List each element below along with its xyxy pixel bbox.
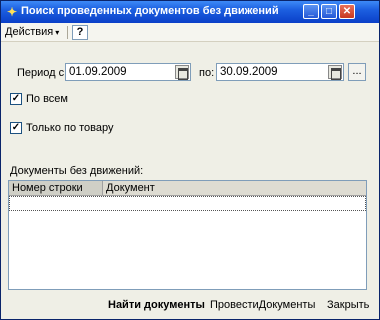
documents-table[interactable]: Номер строки Документ [8, 180, 367, 290]
minimize-button[interactable]: _ [303, 4, 319, 19]
close-button[interactable]: Закрыть [327, 299, 369, 311]
actions-menu-button[interactable]: Действия ▾ [5, 26, 59, 38]
calendar-icon[interactable] [175, 65, 189, 80]
goods-only-checkbox-label[interactable]: Только по товару [26, 122, 114, 134]
documents-section-label: Документы без движений: [10, 165, 144, 177]
column-header-line-number[interactable]: Номер строки [9, 181, 103, 196]
help-button[interactable]: ? [72, 25, 88, 40]
find-documents-button[interactable]: Найти документы [108, 299, 205, 311]
window-title: Поиск проведенных документов без движени… [21, 5, 279, 17]
period-to-value: 30.09.2009 [220, 66, 278, 78]
period-from-value: 01.09.2009 [69, 66, 127, 78]
all-checkbox[interactable]: ✓ [10, 93, 22, 105]
post-documents-button[interactable]: ПровестиДокументы [210, 299, 315, 311]
column-header-document[interactable]: Документ [103, 181, 366, 196]
calendar-icon[interactable] [328, 65, 342, 80]
toolbar-separator [67, 26, 68, 39]
title-bar[interactable]: ✦ Поиск проведенных документов без движе… [1, 1, 379, 23]
period-from-label: Период с: [17, 67, 68, 79]
table-header: Номер строки Документ [9, 181, 366, 196]
goods-only-checkbox[interactable]: ✓ [10, 122, 22, 134]
search-posted-documents-window: ✦ Поиск проведенных документов без движе… [0, 0, 380, 320]
maximize-button[interactable]: □ [321, 4, 337, 19]
period-select-button[interactable]: ... [348, 63, 366, 81]
close-window-button[interactable]: ✕ [339, 4, 355, 19]
all-checkbox-label[interactable]: По всем [26, 93, 68, 105]
period-from-field[interactable]: 01.09.2009 [65, 63, 191, 81]
chevron-down-icon: ▾ [55, 28, 60, 37]
period-to-field[interactable]: 30.09.2009 [216, 63, 344, 81]
table-row[interactable] [9, 196, 366, 211]
period-to-label: по: [199, 67, 215, 79]
actions-menu-label: Действия [5, 26, 54, 38]
app-icon: ✦ [6, 5, 18, 19]
toolbar: Действия ▾ ? [1, 23, 379, 42]
bottom-button-bar: Найти документы ПровестиДокументы Закрыт… [1, 294, 379, 319]
